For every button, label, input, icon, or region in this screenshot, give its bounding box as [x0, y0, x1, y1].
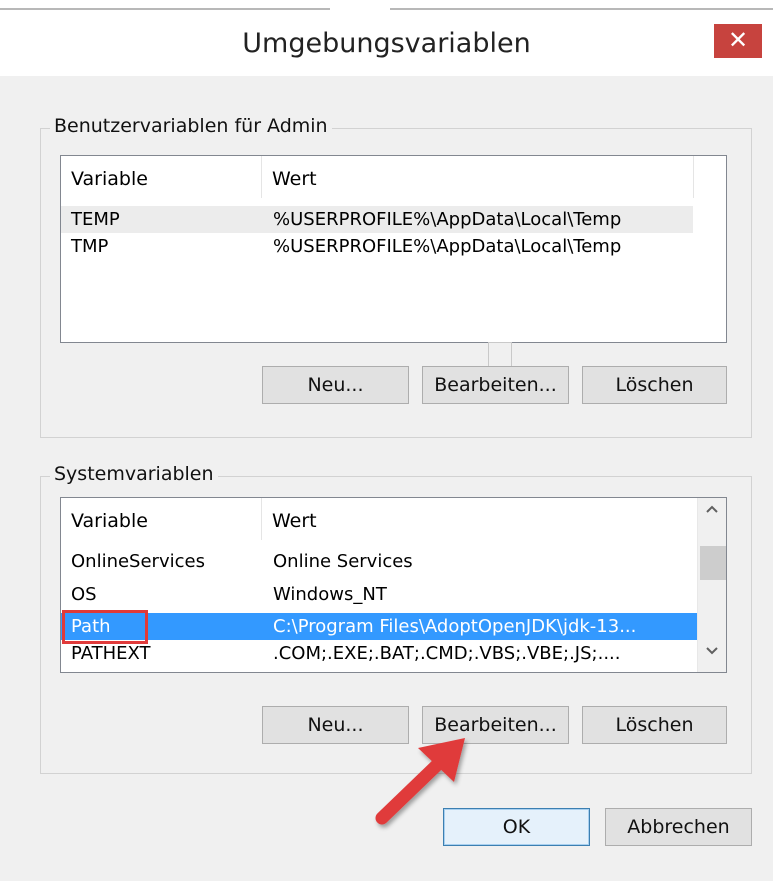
column-separator [693, 156, 694, 198]
scrollbar-thumb[interactable] [700, 546, 726, 580]
column-header-variable[interactable]: Variable [61, 498, 261, 540]
user-variables-list[interactable]: Variable Wert TEMP %USERPROFILE%\AppData… [60, 155, 727, 343]
system-variables-list[interactable]: Variable Wert OnlineServices Online Serv… [60, 497, 727, 673]
row-variable-name: OS [71, 584, 97, 605]
top-strip-line [0, 8, 330, 10]
row-variable-name: OnlineServices [71, 551, 205, 572]
environment-variables-dialog: Umgebungsvariablen ✕ Benutzervariablen f… [0, 0, 773, 881]
user-new-button[interactable]: Neu... [262, 366, 409, 404]
top-strip-line [390, 8, 773, 10]
row-variable-value: %USERPROFILE%\AppData\Local\Temp [273, 209, 622, 230]
list-header: Variable Wert [61, 498, 726, 540]
window-title: Umgebungsvariablen [242, 28, 531, 59]
title-bar: Umgebungsvariablen ✕ [0, 14, 773, 76]
table-row-selected[interactable]: Path C:\Program Files\AdoptOpenJDK\jdk-1… [61, 613, 697, 640]
table-row[interactable]: PATHEXT .COM;.EXE;.BAT;.CMD;.VBS;.VBE;.J… [61, 640, 697, 667]
column-header-value[interactable]: Wert [262, 498, 692, 540]
vertical-scrollbar[interactable] [697, 498, 726, 672]
path-highlight-box [62, 610, 148, 644]
row-variable-value: C:\Program Files\AdoptOpenJDK\jdk-13... [273, 616, 637, 637]
table-row[interactable]: OnlineServices Online Services [61, 548, 697, 575]
system-variables-group-label: Systemvariablen [50, 463, 218, 485]
table-row[interactable]: TEMP %USERPROFILE%\AppData\Local\Temp [61, 206, 693, 233]
cancel-button[interactable]: Abbrechen [605, 808, 752, 846]
system-delete-button[interactable]: Löschen [582, 706, 727, 744]
row-variable-name: TMP [71, 236, 109, 257]
top-strip [0, 0, 773, 14]
annotation-arrow-icon [375, 738, 465, 825]
user-edit-button[interactable]: Bearbeiten... [422, 366, 569, 404]
row-variable-value: Windows_NT [273, 584, 387, 605]
row-variable-value: Online Services [273, 551, 413, 572]
table-row[interactable]: TMP %USERPROFILE%\AppData\Local\Temp [61, 233, 693, 260]
column-header-variable[interactable]: Variable [61, 156, 261, 198]
close-button[interactable]: ✕ [714, 24, 762, 58]
chevron-down-icon[interactable] [698, 644, 726, 670]
row-variable-name: PATHEXT [71, 643, 151, 664]
chevron-up-icon[interactable] [698, 502, 726, 528]
user-variables-group-label: Benutzervariablen für Admin [50, 115, 332, 137]
list-header: Variable Wert [61, 156, 726, 198]
row-variable-value: .COM;.EXE;.BAT;.CMD;.VBS;.VBE;.JS;.... [273, 643, 621, 664]
table-row[interactable]: OS Windows_NT [61, 581, 697, 608]
user-delete-button[interactable]: Löschen [582, 366, 727, 404]
row-variable-value: %USERPROFILE%\AppData\Local\Temp [273, 236, 622, 257]
row-variable-name: TEMP [71, 209, 120, 230]
column-header-value[interactable]: Wert [262, 156, 692, 198]
